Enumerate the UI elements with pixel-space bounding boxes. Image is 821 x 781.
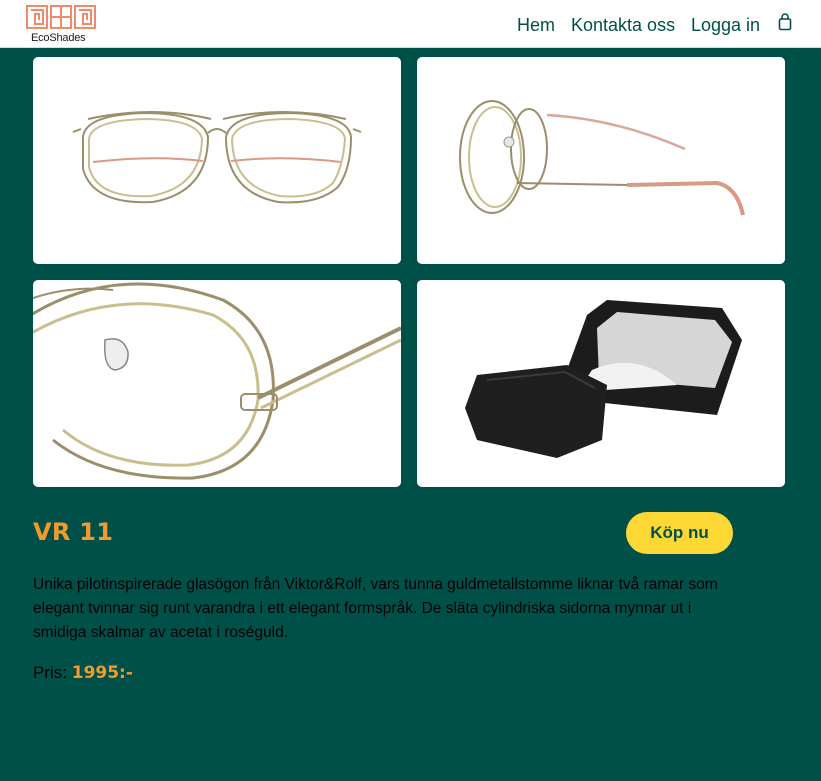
product-title: VR 11 [33, 518, 114, 546]
buy-now-button[interactable]: Köp nu [626, 512, 733, 554]
product-image-side[interactable] [417, 57, 785, 264]
shopping-bag-icon[interactable] [778, 13, 792, 31]
nav-home-link[interactable]: Hem [517, 14, 555, 36]
price-row: Pris: 1995:- [33, 662, 133, 684]
glasses-side-image [459, 100, 745, 216]
nav-contact-link[interactable]: Kontakta oss [571, 14, 675, 36]
glasses-front-image [72, 111, 362, 204]
price-label: Pris: [33, 663, 67, 682]
product-description: Unika pilotinspirerade glasögon från Vik… [33, 576, 718, 641]
product-image-case[interactable] [417, 280, 785, 487]
ecoshades-logo[interactable]: EcoShades [25, 4, 97, 44]
glasses-case-image [465, 300, 742, 458]
price-value: 1995:- [71, 663, 133, 683]
logo-text: EcoShades [31, 32, 86, 44]
glasses-closeup-image [33, 282, 401, 480]
site-header: EcoShades Hem Kontakta oss Logga in [0, 0, 821, 48]
product-image-front[interactable] [33, 57, 401, 264]
product-image-closeup[interactable] [33, 280, 401, 487]
nav-login-link[interactable]: Logga in [691, 14, 760, 36]
logo-pattern-icon [26, 5, 96, 29]
